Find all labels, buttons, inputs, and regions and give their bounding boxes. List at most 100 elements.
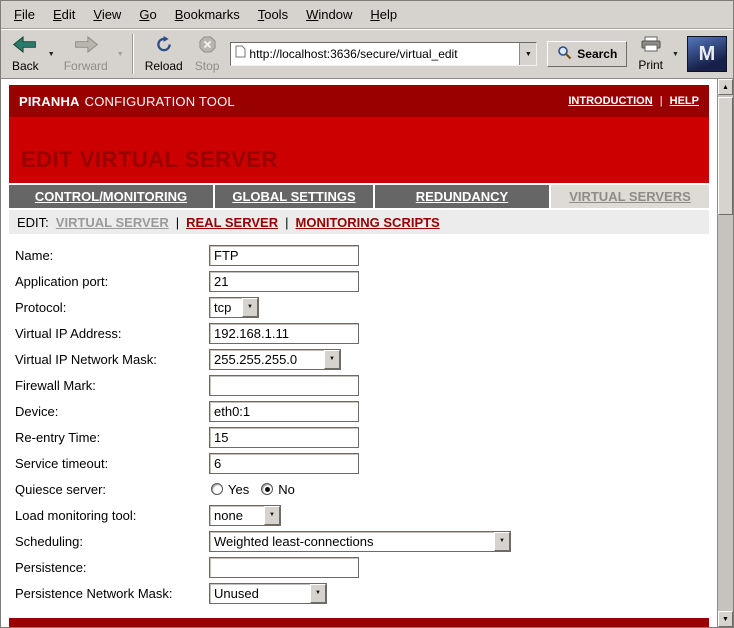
service-timeout-input[interactable] — [209, 453, 359, 474]
print-button[interactable]: Print — [633, 32, 668, 76]
form-row-re-entry-time: Re-entry Time: — [9, 424, 709, 450]
forward-label: Forward — [64, 59, 108, 73]
form-row-persistence-network-mask: Persistence Network Mask:Unused▼ — [9, 580, 709, 606]
toolbar: Back ▼ Forward ▼ Reload Stop — [1, 29, 733, 79]
application-port-label: Application port: — [9, 274, 209, 289]
page: PIRANHACONFIGURATION TOOL INTRODUCTION |… — [1, 79, 717, 627]
device-input[interactable] — [209, 401, 359, 422]
search-icon — [557, 45, 572, 63]
stop-button[interactable]: Stop — [190, 32, 225, 76]
stop-icon — [199, 36, 216, 58]
quiesce-server-radio-group: Yes No — [209, 482, 307, 497]
form-row-virtual-ip-network-mask: Virtual IP Network Mask:255.255.255.0▼ — [9, 346, 709, 372]
chevron-down-icon: ▼ — [264, 506, 280, 525]
forward-button[interactable]: Forward — [59, 32, 113, 76]
menu-tools[interactable]: Tools — [249, 1, 297, 28]
mozilla-logo[interactable]: M — [687, 36, 727, 72]
form-row-load-monitoring-tool: Load monitoring tool:none▼ — [9, 502, 709, 528]
url-dropdown[interactable]: ▼ — [519, 43, 536, 65]
form-row-scheduling: Scheduling:Weighted least-connections▼ — [9, 528, 709, 554]
persistence-network-mask-select[interactable]: Unused▼ — [209, 583, 327, 604]
piranha-header: PIRANHACONFIGURATION TOOL INTRODUCTION |… — [9, 85, 709, 117]
scrollbar-thumb[interactable] — [718, 97, 733, 215]
reload-button[interactable]: Reload — [140, 32, 188, 76]
browser-viewport: PIRANHACONFIGURATION TOOL INTRODUCTION |… — [1, 79, 733, 627]
scheduling-selected-value: Weighted least-connections — [210, 534, 494, 549]
bottom-red-bar — [9, 618, 709, 627]
protocol-selected-value: tcp — [210, 300, 242, 315]
print-dropdown[interactable]: ▼ — [670, 32, 681, 76]
title-band: EDIT VIRTUAL SERVER — [9, 117, 709, 183]
page-title: EDIT VIRTUAL SERVER — [21, 147, 278, 173]
forward-dropdown[interactable]: ▼ — [115, 32, 126, 76]
scrollbar-track[interactable] — [718, 95, 733, 611]
tab-bar: CONTROL/MONITORINGGLOBAL SETTINGSREDUNDA… — [9, 185, 709, 208]
introduction-link[interactable]: INTRODUCTION — [568, 95, 652, 107]
toolbar-separator — [132, 34, 134, 74]
name-input[interactable] — [209, 245, 359, 266]
protocol-select[interactable]: tcp▼ — [209, 297, 259, 318]
separator: | — [285, 215, 288, 230]
quiesce-server-no-radio-label: No — [278, 482, 295, 497]
tab-control-monitoring[interactable]: CONTROL/MONITORING — [9, 185, 213, 208]
reload-label: Reload — [145, 59, 183, 73]
subnav-link-virtual-server[interactable]: VIRTUAL SERVER — [56, 215, 169, 230]
back-dropdown[interactable]: ▼ — [46, 32, 57, 76]
form-row-name: Name: — [9, 242, 709, 268]
menu-help[interactable]: Help — [361, 1, 406, 28]
load-monitoring-tool-label: Load monitoring tool: — [9, 508, 209, 523]
re-entry-time-input[interactable] — [209, 427, 359, 448]
chevron-down-icon: ▼ — [494, 532, 510, 551]
header-links: INTRODUCTION | HELP — [568, 95, 699, 107]
quiesce-server-yes-radio-label: Yes — [228, 482, 249, 497]
menu-edit[interactable]: Edit — [44, 1, 84, 28]
subnav-prefix: EDIT: — [17, 215, 49, 230]
load-monitoring-tool-select[interactable]: none▼ — [209, 505, 281, 526]
tab-global-settings[interactable]: GLOBAL SETTINGS — [215, 185, 373, 208]
form-row-firewall-mark: Firewall Mark: — [9, 372, 709, 398]
virtual-ip-network-mask-select[interactable]: 255.255.255.0▼ — [209, 349, 341, 370]
stop-label: Stop — [195, 59, 220, 73]
tab-virtual-servers[interactable]: VIRTUAL SERVERS — [551, 185, 709, 208]
scheduling-select[interactable]: Weighted least-connections▼ — [209, 531, 511, 552]
url-bar[interactable]: ▼ — [230, 42, 537, 66]
menu-bookmarks[interactable]: Bookmarks — [166, 1, 249, 28]
scroll-down-arrow[interactable]: ▼ — [718, 611, 733, 627]
forward-icon — [73, 36, 99, 58]
back-button[interactable]: Back — [7, 32, 44, 76]
firewall-mark-input[interactable] — [209, 375, 359, 396]
subnav-link-monitoring-scripts[interactable]: MONITORING SCRIPTS — [296, 215, 440, 230]
chevron-down-icon: ▼ — [242, 298, 258, 317]
re-entry-time-label: Re-entry Time: — [9, 430, 209, 445]
scrollbar[interactable]: ▲ ▼ — [717, 79, 733, 627]
quiesce-server-no-radio[interactable] — [261, 483, 273, 495]
print-icon — [641, 36, 661, 57]
menu-file[interactable]: File — [5, 1, 44, 28]
menu-go[interactable]: Go — [130, 1, 165, 28]
firewall-mark-label: Firewall Mark: — [9, 378, 209, 393]
menu-view[interactable]: View — [84, 1, 130, 28]
separator: | — [176, 215, 179, 230]
form-row-device: Device: — [9, 398, 709, 424]
tab-redundancy[interactable]: REDUNDANCY — [375, 185, 549, 208]
help-link[interactable]: HELP — [670, 95, 699, 107]
browser-window: FileEditViewGoBookmarksToolsWindowHelp B… — [0, 0, 734, 628]
chevron-down-icon: ▼ — [324, 350, 340, 369]
persistence-input[interactable] — [209, 557, 359, 578]
scroll-up-arrow[interactable]: ▲ — [718, 79, 733, 95]
mozilla-logo-letter: M — [699, 43, 716, 66]
application-port-input[interactable] — [209, 271, 359, 292]
separator: | — [660, 95, 663, 107]
form-row-quiesce-server: Quiesce server:YesNo — [9, 476, 709, 502]
menu-window[interactable]: Window — [297, 1, 361, 28]
form-row-application-port: Application port: — [9, 268, 709, 294]
page-icon — [235, 45, 246, 63]
persistence-network-mask-selected-value: Unused — [210, 586, 310, 601]
subnav-link-real-server[interactable]: REAL SERVER — [186, 215, 278, 230]
form: Name:Application port:Protocol:tcp▼Virtu… — [9, 242, 709, 606]
virtual-ip-network-mask-selected-value: 255.255.255.0 — [210, 352, 324, 367]
url-input[interactable] — [246, 44, 519, 64]
search-button[interactable]: Search — [547, 41, 627, 67]
quiesce-server-yes-radio[interactable] — [211, 483, 223, 495]
virtual-ip-address-input[interactable] — [209, 323, 359, 344]
